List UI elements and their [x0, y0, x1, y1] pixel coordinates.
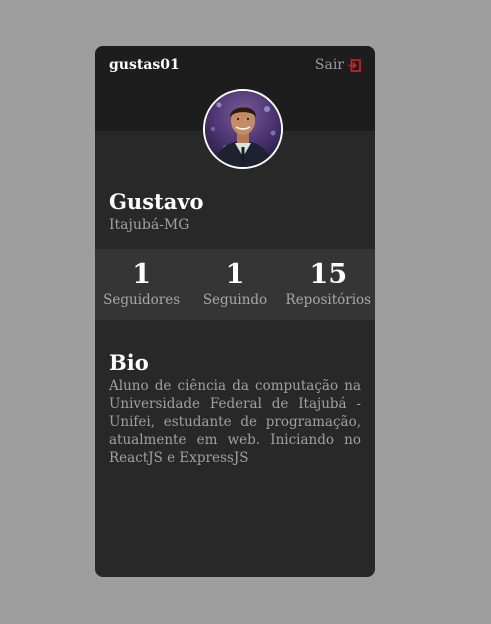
stat-followers[interactable]: 1 Seguidores [95, 249, 188, 320]
avatar [203, 89, 283, 169]
stat-repositories[interactable]: 15 Repositórios [282, 249, 375, 320]
logout-button[interactable]: Sair [315, 56, 361, 74]
bio-text: Aluno de ciência da computação na Univer… [109, 378, 361, 466]
sign-out-icon [348, 58, 361, 72]
profile-name: Gustavo [109, 189, 204, 214]
stat-label: Seguidores [103, 292, 181, 308]
stat-value: 15 [309, 259, 348, 290]
stats-bar: 1 Seguidores 1 Seguindo 15 Repositórios [95, 249, 375, 320]
logout-label: Sair [314, 57, 344, 73]
profile-card: gustas01 Sair Gustavo Itajubá-MG 1 Segui… [95, 46, 375, 577]
username: gustas01 [109, 57, 180, 73]
stat-value: 1 [132, 259, 152, 290]
stat-label: Repositórios [285, 292, 372, 308]
stat-label: Seguindo [202, 292, 268, 308]
bio-title: Bio [109, 350, 149, 375]
stat-value: 1 [225, 259, 245, 290]
profile-location: Itajubá-MG [109, 217, 190, 233]
stat-following[interactable]: 1 Seguindo [188, 249, 281, 320]
